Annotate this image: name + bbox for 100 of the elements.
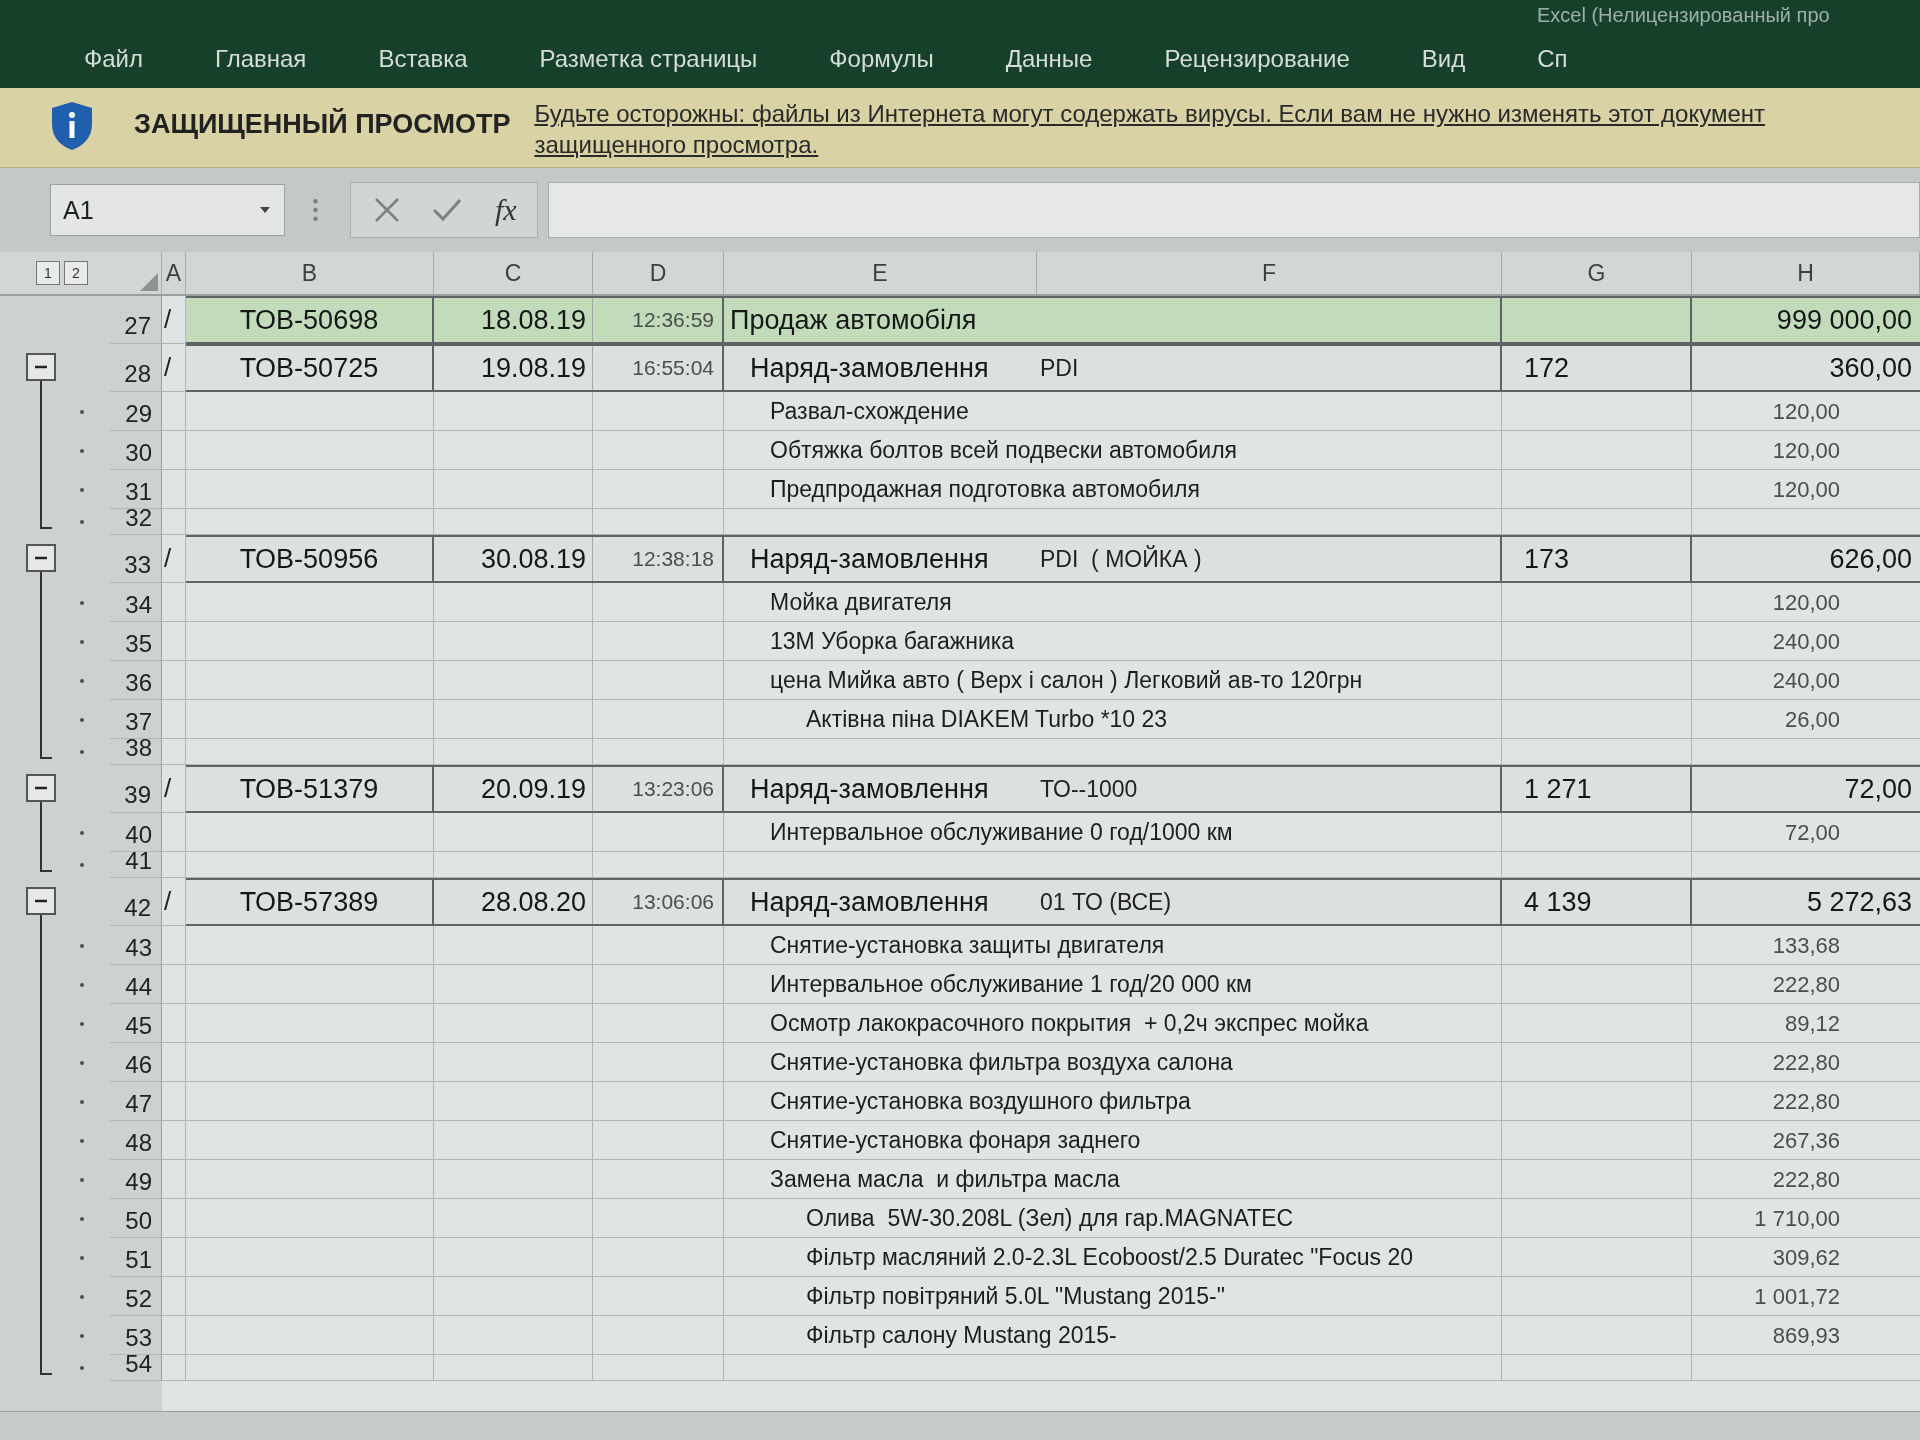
order-time: 12:36:59 [632,308,714,332]
caret-icon [260,207,270,213]
outline-bracket [40,802,52,872]
name-box[interactable]: A1 [50,184,285,236]
document-number: ТОВ-50725 [239,352,379,384]
column-a-text: / [163,304,172,335]
more-icon[interactable] [313,199,318,221]
column-header[interactable]: E [724,252,1037,294]
column-header[interactable]: C [434,252,593,294]
ribbon-tab[interactable]: Рецензирование [1164,45,1350,73]
service-name: Актівна піна DIAKEM Turbo *10 23 [805,706,1168,733]
row-number: 41 [125,847,152,875]
ribbon-tab[interactable]: Вставка [378,45,468,73]
select-all-icon[interactable] [140,273,158,291]
service-name: Интервальное обслуживание 0 год/1000 км [769,819,1233,846]
row-number: 53 [125,1324,152,1352]
order-date: 18.08.19 [480,304,586,336]
row-number: 38 [125,734,152,762]
collapse-button[interactable] [26,544,56,572]
column-a-text: / [163,886,172,917]
ribbon-tab[interactable]: Главная [215,45,307,73]
outline-level-button[interactable]: 1 [36,261,60,285]
row-number: 27 [124,312,151,340]
outline-dot-icon [80,830,84,835]
outline-dot-icon [80,717,84,722]
ribbon-tab[interactable]: Разметка страницы [539,45,758,73]
row-number: 44 [125,973,152,1001]
column-header[interactable]: G [1502,252,1692,294]
ribbon-tab[interactable]: Данные [1005,45,1093,73]
ribbon-tab[interactable]: Формулы [829,45,934,73]
column-a-text: / [163,543,172,574]
service-amount: 869,93 [1772,1322,1841,1349]
outline-dot-icon [80,1177,84,1182]
service-name: Фільтр масляний 2.0-2.3L Ecoboost/2.5 Duratec "Focus 20 [805,1244,1413,1271]
row-number: 48 [125,1129,152,1157]
service-name: Фільтр салону Mustang 2015- [805,1322,1117,1349]
warning-link[interactable]: защищенного просмотра. [534,129,819,160]
row-number: 40 [125,821,152,849]
service-amount: 1 001,72 [1754,1283,1841,1310]
warning-link[interactable]: Будьте осторожны: файлы из Интернета могут содержать вирусы. Если вам не нужно изменять этот документ [534,98,1765,129]
collapse-button[interactable] [26,774,56,802]
order-time: 12:38:18 [632,547,714,571]
ribbon-tab[interactable]: Файл [84,45,143,73]
outline-dot-icon [80,600,84,605]
outline-dot-icon [80,1216,84,1221]
service-name: Фільтр повітряний 5.0L "Mustang 2015-" [805,1283,1225,1310]
column-a-text: / [163,773,172,804]
order-type: PDI [1040,354,1079,382]
order-date: 19.08.19 [480,352,586,384]
document-number: ТОВ-50698 [239,304,379,336]
outline-dot-icon [80,678,84,683]
order-title: Наряд-замовлення [749,352,990,384]
service-amount: 120,00 [1772,476,1841,503]
document-number: ТОВ-57389 [239,886,379,918]
check-icon [433,199,461,221]
service-amount: 222,80 [1772,1088,1841,1115]
outline-level-button[interactable]: 2 [64,261,88,285]
order-title: Наряд-замовлення [749,543,990,575]
outline-dot-icon [80,1021,84,1026]
service-amount: 222,80 [1772,971,1841,998]
row-number: 43 [125,934,152,962]
service-amount: 72,00 [1784,819,1841,846]
service-name: Предпродажная подготовка автомобиля [769,476,1200,503]
row-number: 47 [125,1090,152,1118]
order-type: PDI ( МОЙКА ) [1040,545,1202,573]
order-amount: 626,00 [1829,543,1912,575]
outline-dot-icon [80,1366,84,1370]
ribbon-tab[interactable]: Сп [1537,45,1568,73]
enter-button[interactable] [433,199,461,221]
collapse-button[interactable] [26,353,56,381]
service-name: Мойка двигателя [769,589,952,616]
cancel-button[interactable] [375,198,399,222]
column-header[interactable]: B [186,252,434,294]
document-number: ТОВ-50956 [239,543,379,575]
order-time: 13:23:06 [632,777,714,801]
row-number: 37 [125,708,152,736]
protected-view-label: ЗАЩИЩЕННЫЙ ПРОСМОТР [134,109,511,140]
order-date: 20.09.19 [480,773,586,805]
service-amount: 89,12 [1784,1010,1841,1037]
service-amount: 222,80 [1772,1049,1841,1076]
service-amount: 309,62 [1772,1244,1841,1271]
column-header[interactable]: F [1037,252,1502,294]
formula-input[interactable] [547,182,1920,238]
window-title: Excel (Нелицензированный про [1537,3,1830,27]
service-name: цена Мийка авто ( Верх і салон ) Легковий ав-то 120грн [769,667,1363,694]
column-header[interactable]: A [162,252,186,294]
order-time: 13:06:06 [632,890,714,914]
ribbon-tab[interactable]: Вид [1421,45,1466,73]
order-code: 1 271 [1524,773,1592,805]
order-amount: 360,00 [1829,352,1912,384]
collapse-button[interactable] [26,887,56,915]
service-amount: 240,00 [1772,628,1841,655]
column-header[interactable]: H [1692,252,1920,294]
outline-dot-icon [80,750,84,754]
service-amount: 240,00 [1772,667,1841,694]
order-amount: 72,00 [1844,773,1912,805]
outline-dot-icon [80,982,84,987]
insert-function-button[interactable]: fx [495,193,517,227]
service-name: Снятие-установка защиты двигателя [769,932,1165,959]
column-header[interactable]: D [593,252,724,294]
